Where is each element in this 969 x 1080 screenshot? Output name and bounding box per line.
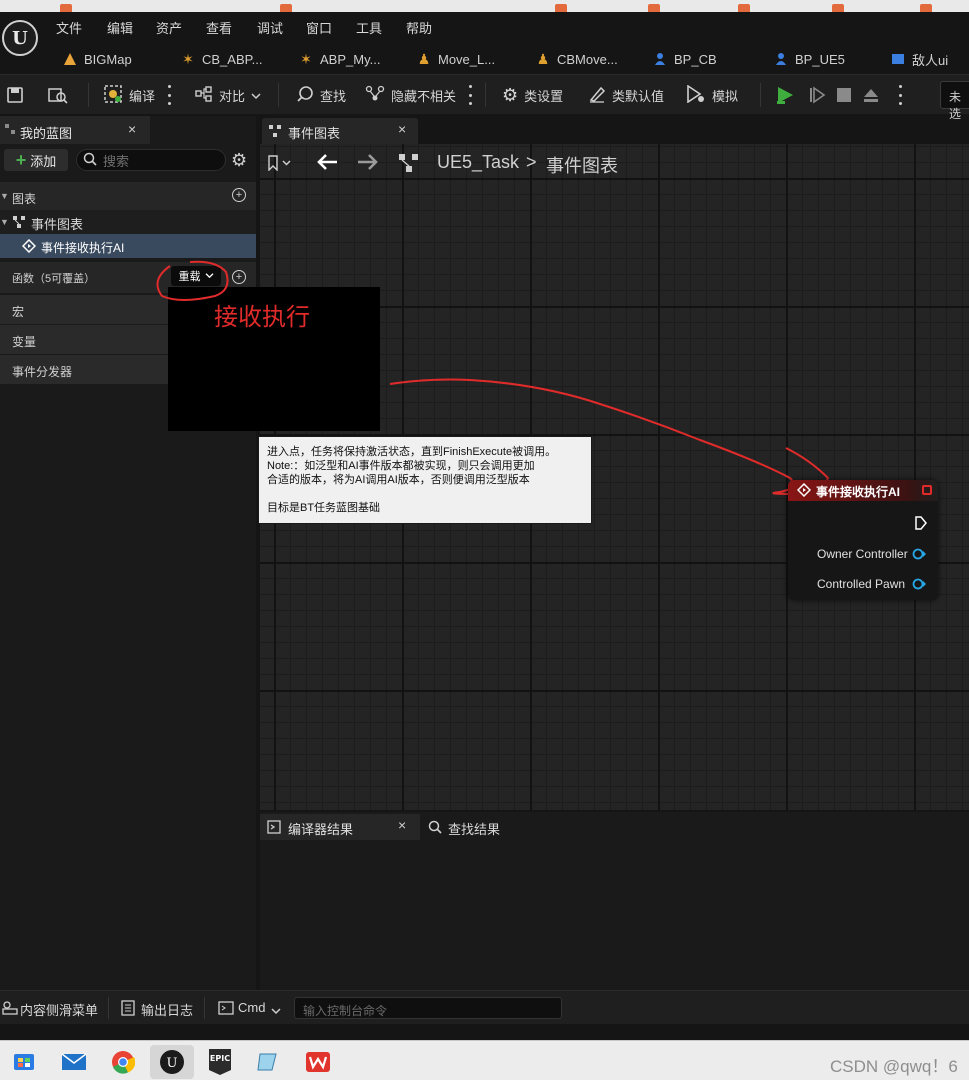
watermark-text: CSDN @qwq！6 xyxy=(830,1057,958,1076)
tooltip-line: 目标是BT任务蓝图基础 xyxy=(267,502,381,514)
wps-office-icon[interactable] xyxy=(300,1045,336,1079)
object-pin-icon[interactable] xyxy=(912,578,926,593)
chrome-icon[interactable] xyxy=(105,1045,141,1079)
compiler-icon xyxy=(267,820,281,837)
close-icon[interactable]: × xyxy=(398,817,406,833)
statusbar-separator xyxy=(204,997,205,1019)
exec-pin-icon[interactable] xyxy=(914,516,928,533)
svg-text:U: U xyxy=(167,1056,178,1071)
compiler-results-tab[interactable]: 编译器结果 × xyxy=(260,814,420,840)
content-drawer-button[interactable]: 内容侧滑菜单 xyxy=(20,1000,98,1019)
delegate-pin-icon[interactable] xyxy=(922,485,932,495)
output-log-icon xyxy=(121,1000,135,1019)
find-results-tab[interactable]: 查找结果 xyxy=(428,818,500,838)
mail-icon[interactable] xyxy=(56,1045,92,1079)
start-icon[interactable] xyxy=(6,1045,42,1079)
notes-icon[interactable] xyxy=(250,1045,286,1079)
output-log-button[interactable]: 输出日志 xyxy=(141,1000,193,1019)
controlled-pawn-pin-label: Controlled Pawn xyxy=(817,577,906,591)
chevron-down-icon[interactable] xyxy=(271,1003,281,1018)
console-command-input[interactable]: 输入控制台命令 xyxy=(294,997,562,1019)
cmd-selector[interactable]: Cmd xyxy=(238,1000,265,1015)
epic-games-icon[interactable]: EPIC xyxy=(202,1045,238,1079)
status-bar: 内容侧滑菜单 输出日志 Cmd 输入控制台命令 xyxy=(0,990,969,1024)
unreal-engine-taskbar-icon[interactable]: U xyxy=(150,1045,194,1079)
event-node-header[interactable]: 事件接收执行AI xyxy=(788,480,938,501)
svg-text:EPIC: EPIC xyxy=(210,1054,230,1063)
content-drawer-icon xyxy=(2,1000,18,1019)
tooltip-line: 进入点，任务将保持激活状态，直到FinishExecute被调用。 xyxy=(267,446,557,458)
tooltip: 进入点，任务将保持激活状态，直到FinishExecute被调用。 Note:：… xyxy=(258,436,592,524)
compiler-results-label: 编译器结果 xyxy=(288,822,354,837)
search-icon xyxy=(428,820,442,837)
object-pin-icon[interactable] xyxy=(912,548,926,563)
windows-taskbar: U EPIC CSDN @qwq！6 xyxy=(0,1040,969,1080)
statusbar-separator xyxy=(108,997,109,1019)
owner-controller-pin-label: Owner Controller xyxy=(817,547,908,561)
tooltip-line: 合适的版本，将为AI调用AI版本，否则便调用泛型版本 xyxy=(267,474,530,486)
event-node[interactable]: 事件接收执行AI Owner Controller Controlled Paw… xyxy=(788,480,938,600)
cmd-icon xyxy=(218,1001,234,1018)
tooltip-line: Note:：如泛型和AI事件版本都被实现，则只会调用更加 xyxy=(267,460,535,472)
event-icon xyxy=(796,482,812,500)
event-node-title: 事件接收执行AI xyxy=(816,485,901,499)
find-results-label: 查找结果 xyxy=(448,821,501,837)
red-circle-annotation xyxy=(156,260,229,301)
